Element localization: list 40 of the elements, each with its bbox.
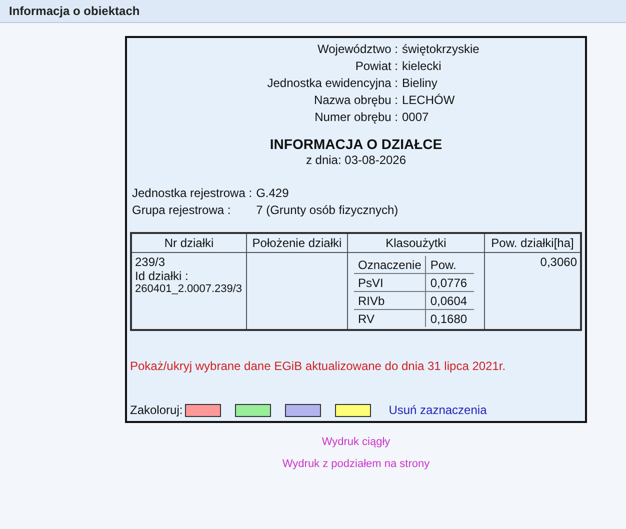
clear-selection-link[interactable]: Usuń zaznaczenia (388, 403, 487, 417)
toggle-link[interactable]: Pokaż/ukryj wybrane dane EGiB aktualizowane do dnia 31 lipca 2021r. (130, 359, 582, 373)
field-label: Jednostka rejestrowa : (132, 186, 252, 200)
colorize-label: Zakoloruj: (130, 403, 183, 417)
field-label: Numer obrębu : (314, 110, 398, 124)
section-title: INFORMACJA O DZIAŁCE (268, 136, 444, 152)
color-swatch[interactable] (184, 404, 221, 416)
date-text: z dnia: 03-08-2026 (304, 153, 408, 167)
field-value: 0007 (401, 110, 430, 124)
column-header: Klasoużytki (348, 233, 484, 252)
print-link[interactable]: Wydruk ciągły (322, 436, 390, 448)
field-label: Powiat : (354, 59, 398, 73)
column-header: Oznaczenie (354, 256, 426, 274)
field-label: Grupa rejestrowa : (132, 203, 232, 217)
color-swatch[interactable] (284, 404, 321, 416)
table-cell: 0,0776 (426, 274, 474, 292)
field-value: G.429 (256, 186, 290, 200)
header-title: Informacja o obiektach (9, 4, 140, 18)
field-label: Województwo : (316, 42, 398, 56)
field-label: Nazwa obrębu : (312, 93, 398, 107)
table-cell: 0,0604 (426, 292, 474, 310)
color-swatch[interactable] (234, 404, 271, 416)
field-value: 7 (Grunty osób fizycznych) (256, 203, 400, 217)
field-value: LECHÓW (401, 93, 456, 107)
table-cell: RV (354, 310, 426, 327)
parcel-id: 260401_2.0007.239/3 (135, 283, 243, 295)
field-value: Bieliny (401, 76, 438, 90)
field-value: świętokrzyskie (401, 42, 480, 56)
parcel-number: 239/3 (135, 255, 166, 269)
table-cell: RIVb (354, 292, 426, 310)
column-header: Położenie działki (246, 233, 348, 252)
id-label: Id działki : (135, 269, 190, 283)
column-header: Pow. (426, 256, 474, 274)
print-link[interactable]: Wydruk z podziałem na strony (282, 458, 430, 470)
field-label: Jednostka ewidencyjna : (266, 76, 398, 90)
field-value: kielecki (401, 59, 442, 73)
table-cell: PsVI (354, 274, 426, 292)
table-cell: 0,1680 (426, 310, 474, 327)
color-swatch[interactable] (334, 404, 371, 416)
column-header: Nr działki (131, 233, 246, 252)
